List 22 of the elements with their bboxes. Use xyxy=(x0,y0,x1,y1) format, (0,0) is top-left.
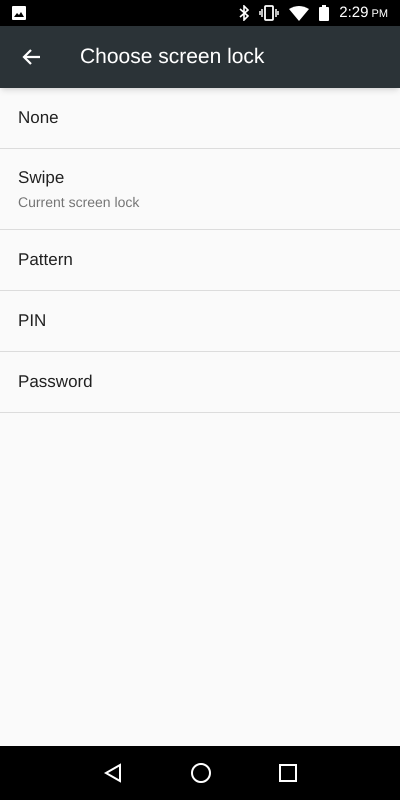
bluetooth-icon xyxy=(239,5,250,21)
image-icon xyxy=(12,6,26,20)
back-nav-icon[interactable] xyxy=(103,763,124,783)
option-label: PIN xyxy=(18,310,48,332)
lock-option[interactable]: Pattern xyxy=(0,230,400,291)
clock: 2:29 PM xyxy=(339,2,388,23)
lock-option[interactable]: PIN xyxy=(0,291,400,352)
vibrate-icon xyxy=(259,5,280,21)
lock-option[interactable]: Swipe Current screen lock xyxy=(0,149,400,230)
home-nav-icon[interactable] xyxy=(190,762,212,784)
battery-icon xyxy=(319,5,330,21)
option-summary: Current screen lock xyxy=(18,193,140,212)
option-label: Swipe xyxy=(18,166,66,189)
lock-option[interactable]: Password xyxy=(0,352,400,413)
option-label: Password xyxy=(18,371,94,394)
option-label: None xyxy=(18,107,60,130)
lock-option[interactable]: None xyxy=(0,88,400,149)
wifi-icon xyxy=(289,6,310,20)
option-label: Pattern xyxy=(18,249,74,272)
back-arrow-icon xyxy=(21,48,41,66)
recents-nav-icon[interactable] xyxy=(278,764,297,782)
toolbar-title: Choose screen lock xyxy=(80,44,264,70)
